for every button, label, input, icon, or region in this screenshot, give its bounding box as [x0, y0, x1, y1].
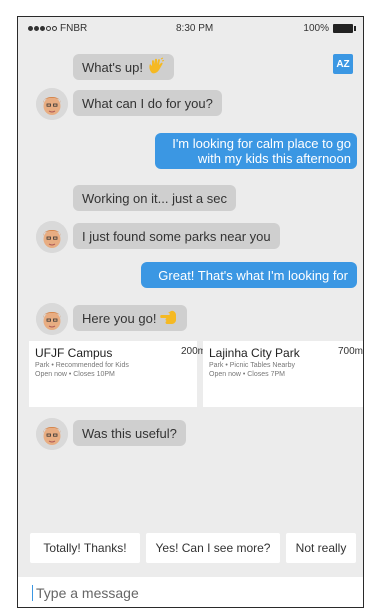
- sort-az-button[interactable]: AZ: [333, 54, 353, 74]
- place-card[interactable]: Lajinha City Park 700m Park • Picnic Tab…: [203, 341, 364, 407]
- place-details: Park • Picnic Tables Nearby: [209, 362, 295, 369]
- place-card[interactable]: UFJF Campus 200m Park • Recommended for …: [29, 341, 206, 407]
- battery-icon: [333, 24, 356, 33]
- carrier-signal: FNBR: [28, 23, 87, 34]
- place-distance: 700m: [338, 346, 364, 357]
- message-text: What can I do for you?: [82, 95, 213, 111]
- message-text: What's up!: [82, 59, 144, 75]
- text-cursor: [32, 585, 33, 601]
- bot-message: Working on it... just a sec: [73, 185, 236, 211]
- message-text: I'm looking for calm place to go with my…: [172, 136, 351, 166]
- bot-message: Was this useful?: [73, 420, 186, 446]
- bot-avatar: [36, 303, 68, 335]
- bot-avatar: [36, 221, 68, 253]
- place-hours: Open now • Closes 10PM: [35, 371, 115, 378]
- battery-percent: 100%: [303, 23, 329, 34]
- message-input[interactable]: [36, 581, 336, 605]
- user-message: I'm looking for calm place to go with my…: [155, 133, 357, 169]
- bot-message: I just found some parks near you: [73, 223, 280, 249]
- message-text: Here you go!: [82, 310, 157, 326]
- battery-status: 100%: [303, 23, 356, 34]
- signal-strength-icon: [28, 26, 57, 31]
- bot-avatar: [36, 88, 68, 120]
- quick-reply-totally[interactable]: Totally! Thanks!: [30, 533, 140, 563]
- status-bar: FNBR 8:30 PM 100%: [18, 17, 363, 39]
- carrier-name: FNBR: [60, 23, 88, 34]
- waving-hand-icon: [147, 57, 165, 78]
- place-hours: Open now • Closes 7PM: [209, 371, 285, 378]
- bot-message: What's up!: [73, 54, 175, 80]
- message-text: Great! That's what I'm looking for: [158, 267, 348, 283]
- place-details: Park • Recommended for Kids: [35, 362, 129, 369]
- quick-reply-see-more[interactable]: Yes! Can I see more?: [146, 533, 280, 563]
- bot-message: What can I do for you?: [73, 90, 222, 116]
- message-composer: [18, 577, 363, 607]
- place-name: Lajinha City Park: [209, 346, 300, 360]
- status-time: 8:30 PM: [176, 23, 214, 34]
- bot-message: Here you go!: [73, 305, 188, 331]
- message-text: Working on it... just a sec: [82, 190, 227, 206]
- place-name: UFJF Campus: [35, 346, 113, 360]
- message-text: I just found some parks near you: [82, 228, 271, 244]
- user-message: Great! That's what I'm looking for: [141, 262, 357, 288]
- quick-reply-not-really[interactable]: Not really: [286, 533, 356, 563]
- bot-avatar: [36, 418, 68, 450]
- message-text: Was this useful?: [82, 425, 177, 441]
- phone-screen: FNBR 8:30 PM 100% AZ What's up! What can…: [17, 16, 364, 608]
- pointing-hand-icon: [160, 309, 178, 328]
